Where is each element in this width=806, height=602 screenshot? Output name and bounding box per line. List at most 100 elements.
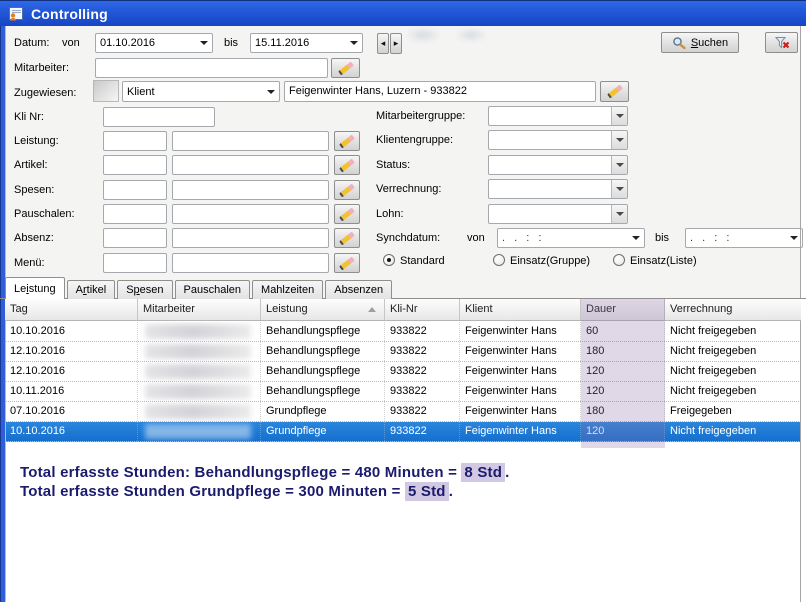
blurred-text (145, 404, 251, 419)
cell-mitarbeiter (138, 362, 261, 381)
spesen-name-input[interactable] (172, 180, 329, 200)
verrechnung-label: Verrechnung: (376, 183, 441, 195)
tab-leistung[interactable]: Leistung (5, 277, 65, 299)
klinr-input[interactable] (103, 107, 215, 127)
tab-artikel[interactable]: Artikel (67, 280, 116, 299)
clear-filter-button[interactable] (765, 32, 798, 53)
zugewiesen-value-input[interactable]: Feigenwinter Hans, Luzern - 933822 (284, 81, 596, 102)
synch-from-picker[interactable]: . . : : (497, 228, 645, 248)
combo-arrow-icon[interactable] (611, 180, 627, 198)
menu-code-input[interactable] (103, 253, 167, 273)
cell-verrechnung: Nicht freigegeben (665, 422, 801, 441)
radio-einsatz-liste[interactable] (613, 254, 625, 266)
zugewiesen-indicator[interactable] (93, 80, 119, 102)
cell-dauer: 120 (581, 362, 665, 381)
dropdown-arrow-icon (632, 236, 640, 240)
cell-dauer: 60 (581, 322, 665, 341)
cell-verrechnung: Nicht freigegeben (665, 322, 801, 341)
cell-tag: 12.10.2016 (5, 362, 138, 381)
absenz-name-input[interactable] (172, 228, 329, 248)
tab-strip: Leistung Artikel Spesen Pauschalen Mahlz… (5, 277, 394, 299)
cell-mitarbeiter (138, 342, 261, 361)
radio-standard[interactable] (383, 254, 395, 266)
radio-einsatz-liste-label: Einsatz(Liste) (630, 255, 697, 267)
table-row[interactable]: 10.11.2016Behandlungspflege933822Feigenw… (5, 382, 801, 402)
prev-period-button[interactable]: ◂ (377, 33, 389, 54)
tab-mahlzeiten[interactable]: Mahlzeiten (252, 280, 323, 299)
artikel-code-input[interactable] (103, 155, 167, 175)
pauschalen-code-input[interactable] (103, 204, 167, 224)
cell-tag: 10.10.2016 (5, 422, 138, 441)
synch-to-picker[interactable]: . . : : (685, 228, 803, 248)
absenz-edit-button[interactable] (334, 228, 360, 248)
zugewiesen-edit-button[interactable] (600, 81, 629, 102)
menu-name-input[interactable] (172, 253, 329, 273)
artikel-name-input[interactable] (172, 155, 329, 175)
summary-line-2: Total erfasste Stunden Grundpflege = 300… (20, 483, 453, 500)
mitarbeitergruppe-select[interactable] (488, 106, 628, 126)
column-header-kli-nr[interactable]: Kli-Nr (385, 299, 460, 320)
lohn-select[interactable] (488, 204, 628, 224)
blurred-text (145, 344, 251, 359)
spesen-code-input[interactable] (103, 180, 167, 200)
search-icon (672, 36, 686, 50)
status-select[interactable] (488, 155, 628, 175)
leistung-name-input[interactable] (172, 131, 329, 151)
column-header-mitarbeiter[interactable]: Mitarbeiter (138, 299, 261, 320)
pauschalen-edit-button[interactable] (334, 204, 360, 224)
combo-arrow-icon[interactable] (611, 107, 627, 125)
cell-tag: 10.10.2016 (5, 322, 138, 341)
next-period-button[interactable]: ▸ (390, 33, 402, 54)
leistung-code-input[interactable] (103, 131, 167, 151)
cell-tag: 10.11.2016 (5, 382, 138, 401)
blurred-text (145, 384, 251, 399)
cell-dauer: 120 (581, 382, 665, 401)
suchen-button[interactable]: Suchen (661, 32, 739, 53)
tab-absenzen[interactable]: Absenzen (325, 280, 392, 299)
tab-pauschalen[interactable]: Pauschalen (175, 280, 251, 299)
table-row[interactable]: 12.10.2016Behandlungspflege933822Feigenw… (5, 342, 801, 362)
cell-kli-nr: 933822 (385, 382, 460, 401)
klientengruppe-label: Klientengruppe: (376, 134, 453, 146)
pauschalen-name-input[interactable] (172, 204, 329, 224)
combo-arrow-icon[interactable] (611, 131, 627, 149)
column-header-leistung[interactable]: Leistung (261, 299, 385, 320)
klientengruppe-select[interactable] (488, 130, 628, 150)
cell-kli-nr: 933822 (385, 362, 460, 381)
mitarbeiter-input[interactable] (95, 58, 328, 78)
date-from-value: 01.10.2016 (100, 34, 155, 52)
artikel-edit-button[interactable] (334, 155, 360, 175)
table-row[interactable]: 12.10.2016Behandlungspflege933822Feigenw… (5, 362, 801, 382)
leistung-edit-button[interactable] (334, 131, 360, 151)
column-header-verrechnung[interactable]: Verrechnung (665, 299, 801, 320)
radio-einsatz-gruppe-label: Einsatz(Gruppe) (510, 255, 590, 267)
spesen-edit-button[interactable] (334, 180, 360, 200)
zugewiesen-type-select[interactable]: Klient (122, 81, 280, 102)
menu-edit-button[interactable] (334, 253, 360, 273)
combo-arrow-icon[interactable] (611, 156, 627, 174)
title-bar[interactable]: Controlling (0, 0, 806, 26)
hours-highlight: 5 Std (405, 482, 449, 501)
blurred-artifact (405, 27, 441, 43)
radio-einsatz-gruppe[interactable] (493, 254, 505, 266)
tab-spesen[interactable]: Spesen (117, 280, 172, 299)
cell-tag: 12.10.2016 (5, 342, 138, 361)
table-row[interactable]: 10.10.2016Grundpflege933822Feigenwinter … (5, 422, 801, 442)
verrechnung-select[interactable] (488, 179, 628, 199)
table-row[interactable]: 07.10.2016Grundpflege933822Feigenwinter … (5, 402, 801, 422)
column-header-klient[interactable]: Klient (460, 299, 581, 320)
column-header-tag[interactable]: Tag (5, 299, 138, 320)
absenz-code-input[interactable] (103, 228, 167, 248)
cell-tag: 07.10.2016 (5, 402, 138, 421)
mitarbeiter-edit-button[interactable] (331, 58, 360, 78)
cell-kli-nr: 933822 (385, 322, 460, 341)
cell-verrechnung: Nicht freigegeben (665, 382, 801, 401)
summary-2-text: Total erfasste Stunden Grundpflege = 300… (20, 483, 405, 500)
cell-leistung: Behandlungspflege (261, 342, 385, 361)
cell-leistung: Behandlungspflege (261, 382, 385, 401)
date-to-picker[interactable]: 15.11.2016 (250, 33, 363, 53)
table-row[interactable]: 10.10.2016Behandlungspflege933822Feigenw… (5, 322, 801, 342)
column-header-dauer[interactable]: Dauer (581, 299, 665, 320)
date-from-picker[interactable]: 01.10.2016 (95, 33, 213, 53)
combo-arrow-icon[interactable] (611, 205, 627, 223)
